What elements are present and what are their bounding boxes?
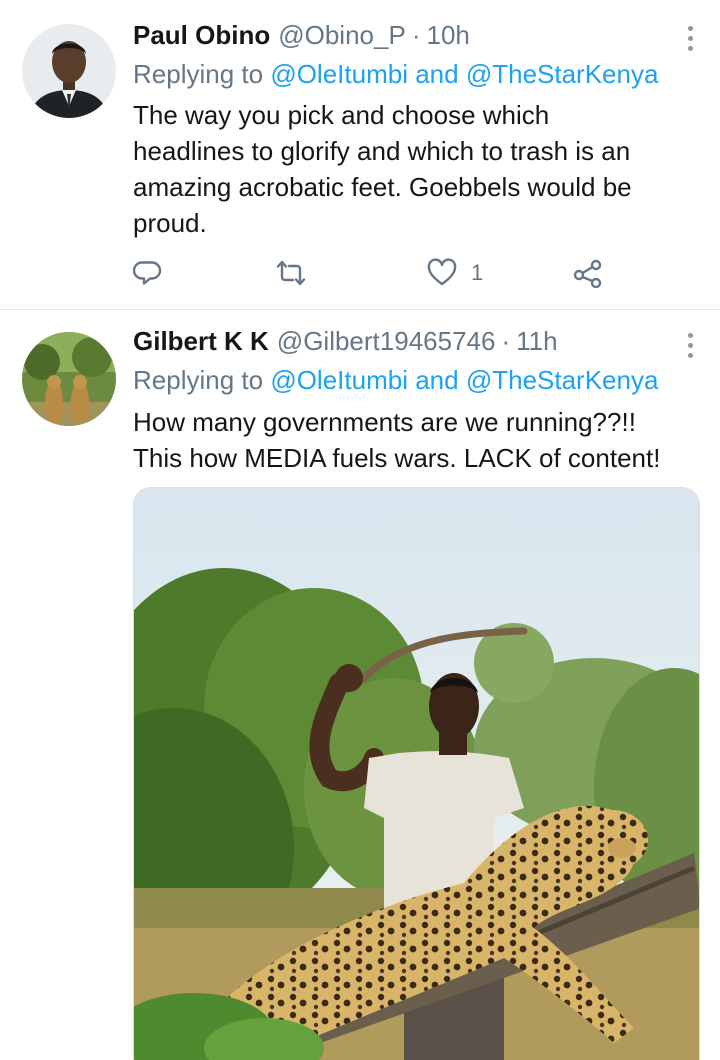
tweet-text-line: This how MEDIA fuels wars. LACK of conte… (133, 443, 661, 473)
tweet-text: The way you pick and choose which headli… (133, 97, 703, 241)
author-name[interactable]: Paul Obino (133, 20, 270, 51)
replying-to-label: Replying to (133, 365, 264, 395)
tweet-text-line: The way you pick and choose which (133, 100, 550, 130)
tweet[interactable]: Gilbert K K @Gilbert19465746 · 11h Reply… (0, 311, 720, 1060)
tweet[interactable]: Paul Obino @Obino_P · 10h Replying to @O… (0, 0, 720, 310)
avatar[interactable] (22, 24, 116, 118)
avatar[interactable] (22, 332, 116, 426)
share-button[interactable] (573, 258, 603, 288)
separator-dot: · (411, 20, 421, 50)
photo-image (134, 488, 699, 1060)
author-handle[interactable]: @Obino_P (278, 20, 406, 51)
reply-icon (133, 261, 162, 285)
tweet-text-line: How many governments are we running??!! (133, 407, 636, 437)
replying-to: Replying to @OleItumbi and @TheStarKenya (133, 59, 658, 90)
timestamp[interactable]: 10h (426, 20, 469, 51)
replying-to: Replying to @OleItumbi and @TheStarKenya (133, 365, 658, 396)
tweet-photo[interactable] (133, 487, 700, 1060)
author-name[interactable]: Gilbert K K (133, 326, 269, 357)
mention-link[interactable]: @OleItumbi (270, 59, 408, 89)
tweet-text-line: proud. (133, 208, 207, 238)
tweet-actions: 1 (133, 258, 613, 292)
mention-and[interactable]: and (415, 365, 458, 395)
timestamp[interactable]: 11h (516, 326, 557, 357)
heart-icon (427, 258, 457, 286)
mention-link[interactable]: @TheStarKenya (466, 59, 659, 89)
mention-and[interactable]: and (415, 59, 458, 89)
mention-link[interactable]: @TheStarKenya (466, 365, 659, 395)
tweet-text-line: amazing acrobatic feet. Goebbels would b… (133, 172, 632, 202)
tweet-text-line: headlines to glorify and which to trash … (133, 136, 631, 166)
share-icon (573, 259, 602, 288)
reply-button[interactable] (133, 258, 163, 288)
tweet-text: How many governments are we running??!! … (133, 404, 703, 476)
retweet-button[interactable] (276, 258, 306, 288)
more-options-icon[interactable] (686, 333, 694, 358)
more-options-icon[interactable] (686, 26, 694, 51)
mention-link[interactable]: @OleItumbi (270, 365, 408, 395)
like-count: 1 (471, 260, 484, 285)
separator-dot: · (501, 326, 511, 356)
like-button[interactable]: 1 (427, 258, 483, 288)
replying-to-label: Replying to (133, 59, 264, 89)
author-handle[interactable]: @Gilbert19465746 (277, 326, 496, 357)
retweet-icon (276, 260, 306, 286)
